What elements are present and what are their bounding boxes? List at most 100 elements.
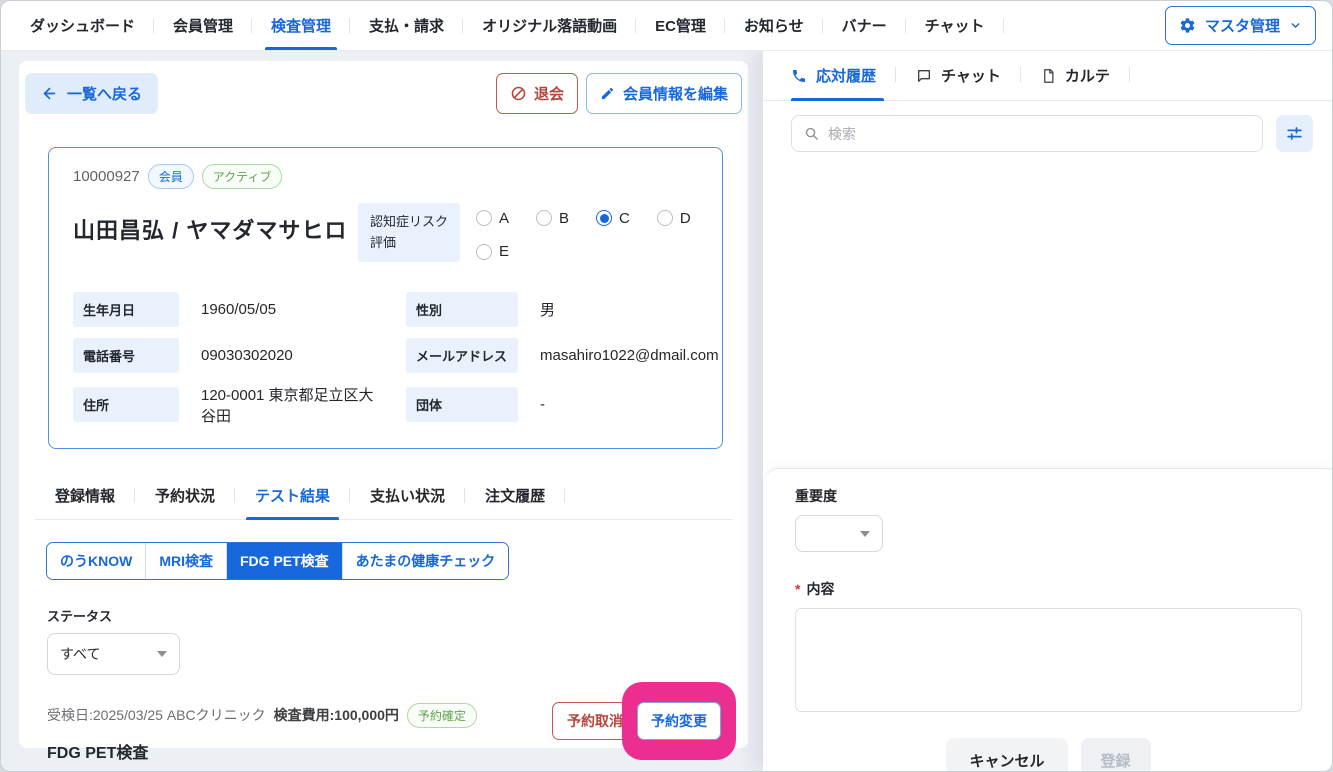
importance-select[interactable] [795,515,883,552]
nav-item-label: ダッシュボード [30,15,135,36]
nav-item-label: 会員管理 [173,15,233,36]
app-window: ダッシュボード 会員管理 検査管理 支払・請求 オリジナル落語動画 EC管理 お… [0,0,1333,772]
dementia-risk-group: 認知症リスク 評価 A B C D E [358,203,698,262]
risk-radio-label: A [499,210,509,227]
nav-item-billing[interactable]: 支払・請求 [350,1,463,50]
edit-member-label: 会員情報を編集 [623,83,728,104]
dementia-risk-label: 認知症リスク 評価 [358,203,460,262]
tab-label: チャット [941,65,1001,86]
field-value-birthdate: 1960/05/05 [201,301,384,318]
tab-response-history[interactable]: 応対履歴 [791,63,896,100]
caret-down-icon [157,651,167,657]
search-input[interactable] [828,126,1250,142]
radio-icon [476,244,492,260]
chevron-down-icon [1289,19,1302,32]
tab-label: カルテ [1065,65,1110,86]
nav-item-dashboard[interactable]: ダッシュボード [11,1,154,50]
tab-karte[interactable]: カルテ [1041,63,1130,100]
segment-fdg-pet[interactable]: FDG PET検査 [226,543,342,579]
gear-icon [1179,17,1196,34]
nav-item-members[interactable]: 会員管理 [154,1,252,50]
history-search-row [763,101,1332,152]
form-cancel-button[interactable]: キャンセル [946,738,1067,772]
member-name-row: 山田昌弘 / ヤマダマサヒロ 認知症リスク 評価 A B C D E [73,203,698,262]
tab-test-results[interactable]: テスト結果 [235,481,350,519]
member-type-badge: 会員 [148,164,194,189]
radio-icon [476,210,492,226]
tab-chat[interactable]: チャット [916,63,1021,100]
field-label-birthdate: 生年月日 [73,292,179,327]
risk-radio-label: D [680,210,691,227]
result-actions: 予約取消 予約変更 [552,682,736,760]
status-filter-select[interactable]: すべて [47,633,180,675]
field-value-email: masahiro1022@dmail.com [540,347,719,364]
back-to-list-button[interactable]: 一覧へ戻る [25,73,158,114]
field-value-gender: 男 [540,299,719,320]
tab-label: 注文履歴 [485,488,545,505]
withdraw-label: 退会 [534,83,564,104]
segment-label: MRI検査 [159,553,213,569]
annotation-highlight: 予約変更 [622,682,736,760]
master-admin-button[interactable]: マスタ管理 [1165,6,1316,45]
risk-radio-b[interactable]: B [536,208,569,228]
nav-item-news[interactable]: お知らせ [725,1,823,50]
test-type-segment: のうKNOW MRI検査 FDG PET検査 あたまの健康チェック [46,542,509,580]
risk-radio-e[interactable]: E [476,241,509,261]
change-reservation-button[interactable]: 予約変更 [637,702,721,740]
member-name: 山田昌弘 / ヤマダマサヒロ [73,203,347,245]
edit-member-button[interactable]: 会員情報を編集 [586,73,742,114]
risk-radio-label: C [619,210,630,227]
sliders-icon [1285,124,1304,143]
segment-health-check[interactable]: あたまの健康チェック [342,543,509,579]
nav-item-label: 検査管理 [271,15,331,36]
arrow-left-icon [41,85,58,102]
withdraw-button[interactable]: 退会 [496,73,578,114]
content-textarea[interactable] [795,608,1302,712]
response-entry-form: 重要度 * 内容 キャンセル 登録 [765,468,1332,771]
back-to-list-label: 一覧へ戻る [67,83,142,104]
nav-item-label: お知らせ [744,15,804,36]
tab-reservation-status[interactable]: 予約状況 [135,481,235,519]
nav-item-videos[interactable]: オリジナル落語動画 [463,1,636,50]
document-icon [1041,68,1056,84]
field-label-address: 住所 [73,387,179,422]
segment-label: あたまの健康チェック [356,553,496,569]
tab-order-history[interactable]: 注文履歴 [465,481,565,519]
risk-radio-group: A B C D E [476,203,698,262]
prohibit-icon [510,85,527,102]
nav-item-ec[interactable]: EC管理 [636,1,725,50]
content-label: 内容 [806,579,834,599]
risk-radio-label: E [499,243,509,260]
filter-button[interactable] [1276,115,1313,152]
nav-item-banner[interactable]: バナー [823,1,906,50]
importance-label: 重要度 [795,486,1302,506]
member-card: 10000927 会員 アクティブ 山田昌弘 / ヤマダマサヒロ 認知症リスク … [48,147,723,449]
result-date-clinic: 受検日:2025/03/25 ABCクリニック [47,705,266,725]
tab-label: 登録情報 [55,488,115,505]
nav-item-chat[interactable]: チャット [906,1,1004,50]
chat-bubble-icon [916,68,932,84]
form-submit-button[interactable]: 登録 [1081,738,1151,772]
field-label-phone: 電話番号 [73,338,179,373]
radio-icon [657,210,673,226]
tab-label: 応対履歴 [816,65,876,86]
tab-registration-info[interactable]: 登録情報 [35,481,135,519]
master-admin-label: マスタ管理 [1205,15,1280,36]
dementia-risk-label-line1: 認知症リスク [370,211,448,232]
interaction-panel: 応対履歴 チャット カルテ 重要度 [763,51,1332,771]
segment-nouknow[interactable]: のうKNOW [47,543,145,579]
risk-radio-c[interactable]: C [596,208,630,228]
tab-payment-status[interactable]: 支払い状況 [350,481,465,519]
member-tabs: 登録情報 予約状況 テスト結果 支払い状況 注文履歴 [35,481,732,520]
segment-mri[interactable]: MRI検査 [145,543,226,579]
nav-item-exams[interactable]: 検査管理 [252,1,350,50]
form-actions: キャンセル 登録 [795,738,1302,772]
risk-radio-d[interactable]: D [657,208,691,228]
caret-down-icon [860,531,870,537]
risk-radio-a[interactable]: A [476,208,509,228]
tab-label: テスト結果 [255,488,330,505]
phone-icon [791,68,807,84]
nav-item-label: チャット [925,15,985,36]
field-label-group: 団体 [406,387,518,422]
field-label-email: メールアドレス [406,338,518,373]
